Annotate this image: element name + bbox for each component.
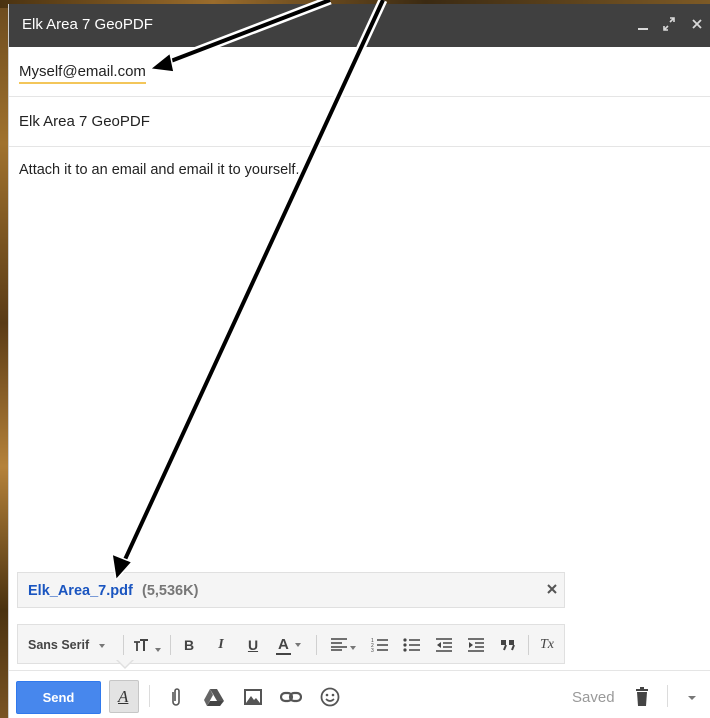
close-icon[interactable] (689, 15, 705, 33)
insert-emoji-icon[interactable] (319, 687, 341, 707)
align-icon[interactable] (326, 637, 360, 653)
discard-draft-icon[interactable] (631, 687, 653, 707)
insert-link-icon[interactable] (279, 687, 303, 707)
google-drive-icon[interactable] (203, 687, 225, 707)
attachment-chip[interactable]: Elk_Area_7.pdf (5,536K) (17, 572, 565, 608)
font-size-icon[interactable] (130, 637, 164, 653)
minimize-icon[interactable] (635, 15, 651, 33)
attachment-size: (5,536K) (142, 583, 199, 599)
bulleted-list-icon[interactable] (402, 637, 422, 653)
toolbar-pointer-inner (117, 659, 133, 667)
compose-titlebar[interactable]: Elk Area 7 GeoPDF (9, 4, 710, 47)
quote-icon[interactable] (498, 637, 518, 653)
bold-button[interactable]: B (182, 637, 196, 653)
send-button[interactable]: Send (16, 681, 101, 714)
text-color-button[interactable]: A (276, 636, 310, 655)
indent-less-icon[interactable] (434, 637, 454, 653)
compose-actions-bar: Send A Saved (9, 670, 710, 718)
clear-formatting-button[interactable]: Tx (536, 637, 558, 653)
subject-field[interactable]: Elk Area 7 GeoPDF (9, 97, 710, 147)
recipient-chip[interactable]: Myself@email.com (19, 63, 146, 84)
attachment-name[interactable]: Elk_Area_7.pdf (28, 583, 133, 599)
indent-more-icon[interactable] (466, 637, 486, 653)
desktop-background (0, 0, 8, 718)
formatting-options-button[interactable]: A (109, 680, 139, 713)
recipients-field[interactable]: Myself@email.com (9, 47, 710, 97)
underline-button[interactable]: U (246, 637, 260, 653)
numbered-list-icon[interactable]: 1 2 3 (370, 637, 390, 654)
font-family-label: Sans Serif (28, 638, 90, 652)
subject-text[interactable]: Elk Area 7 GeoPDF (19, 113, 150, 130)
message-body[interactable]: Attach it to an email and email it to yo… (19, 162, 299, 178)
more-options-icon[interactable] (685, 687, 707, 707)
insert-photo-icon[interactable] (242, 687, 264, 707)
draft-status: Saved (572, 689, 615, 706)
text-color-label: A (276, 636, 291, 655)
window-title: Elk Area 7 GeoPDF (22, 16, 153, 33)
formatting-toolbar: Sans Serif B I U A 1 2 3 Tx (17, 624, 565, 664)
font-family-select[interactable]: Sans Serif (28, 637, 106, 653)
remove-attachment-icon[interactable] (546, 582, 558, 600)
italic-button[interactable]: I (214, 637, 228, 653)
svg-text:3: 3 (371, 648, 374, 653)
attach-files-icon[interactable] (165, 687, 187, 707)
compose-window: Elk Area 7 GeoPDF Myself@email.com Elk A… (8, 4, 710, 718)
formatting-options-label: A (118, 687, 129, 706)
expand-icon[interactable] (661, 15, 677, 33)
